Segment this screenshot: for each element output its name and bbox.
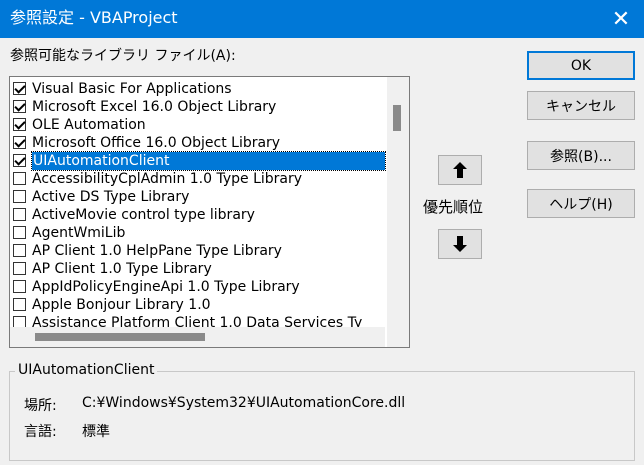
reference-label: AP Client 1.0 Type Library [32,261,212,277]
reference-checkbox[interactable] [13,82,26,95]
language-value: 標準 [82,424,110,440]
list-item[interactable]: Microsoft Excel 16.0 Object Library [10,98,385,116]
list-item[interactable]: Microsoft Office 16.0 Object Library [10,134,385,152]
ok-button[interactable]: OK [527,51,635,80]
vertical-scrollbar[interactable] [387,77,409,328]
vertical-scroll-thumb[interactable] [393,105,401,131]
reference-checkbox[interactable] [13,172,26,185]
reference-label: AP Client 1.0 HelpPane Type Library [32,243,282,259]
reference-checkbox[interactable] [13,208,26,221]
list-item[interactable]: ActiveMovie control type library [10,206,385,224]
references-listbox[interactable]: Visual Basic For Applications Microsoft E… [9,76,410,348]
horizontal-scrollbar[interactable] [10,327,385,347]
reference-info-group [9,371,635,461]
list-item[interactable]: AgentWmiLib [10,224,385,242]
scrollbar-corner [387,327,409,347]
reference-label: UIAutomationClient [31,151,386,171]
reference-label: ActiveMovie control type library [32,207,255,223]
available-references-label: 参照可能なライブラリ ファイル(A): [10,48,236,64]
move-down-button[interactable] [438,229,482,259]
reference-checkbox[interactable] [13,280,26,293]
reference-label: Apple Bonjour Library 1.0 [32,297,211,313]
list-item[interactable]: AP Client 1.0 HelpPane Type Library [10,242,385,260]
list-item[interactable]: OLE Automation [10,116,385,134]
reference-checkbox[interactable] [13,190,26,203]
reference-checkbox[interactable] [13,244,26,257]
reference-label: OLE Automation [32,117,146,133]
list-item[interactable]: AppIdPolicyEngineApi 1.0 Type Library [10,278,385,296]
reference-label: Microsoft Excel 16.0 Object Library [32,99,277,115]
reference-checkbox[interactable] [13,226,26,239]
reference-label: Microsoft Office 16.0 Object Library [32,135,281,151]
list-item[interactable]: AP Client 1.0 Type Library [10,260,385,278]
close-button[interactable]: ✕ [598,0,644,38]
reference-label: AppIdPolicyEngineApi 1.0 Type Library [32,279,300,295]
browse-button[interactable]: 参照(B)... [527,141,635,170]
reference-checkbox[interactable] [13,136,26,149]
priority-label: 優先順位 [423,198,484,216]
location-label: 場所: [24,398,57,414]
arrow-up-icon [453,162,467,178]
reference-label: AgentWmiLib [32,225,126,241]
list-item[interactable]: AccessibilityCplAdmin 1.0 Type Library [10,170,385,188]
cancel-button[interactable]: キャンセル [527,91,635,120]
language-label: 言語: [24,424,57,440]
close-icon: ✕ [611,6,631,32]
help-button[interactable]: ヘルプ(H) [527,189,635,218]
reference-label: Active DS Type Library [32,189,190,205]
reference-label: AccessibilityCplAdmin 1.0 Type Library [32,171,303,187]
reference-checkbox[interactable] [13,154,26,167]
list-item[interactable]: Visual Basic For Applications [10,80,385,98]
horizontal-scroll-thumb[interactable] [35,333,205,341]
list-item[interactable]: Active DS Type Library [10,188,385,206]
reference-checkbox[interactable] [13,118,26,131]
reference-checkbox[interactable] [13,262,26,275]
reference-checkbox[interactable] [13,100,26,113]
location-value: C:¥Windows¥System32¥UIAutomationCore.dll [82,395,406,411]
references-list: Visual Basic For Applications Microsoft E… [10,80,386,332]
move-up-button[interactable] [438,155,482,185]
list-item[interactable]: UIAutomationClient [10,151,386,171]
arrow-down-icon [453,236,467,252]
window-title: 参照設定 - VBAProject [10,8,178,27]
reference-checkbox[interactable] [13,298,26,311]
list-item[interactable]: Apple Bonjour Library 1.0 [10,296,385,314]
title-bar: 参照設定 - VBAProject ✕ [0,0,644,38]
reference-label: Visual Basic For Applications [32,81,232,97]
group-title: UIAutomationClient [15,362,158,378]
